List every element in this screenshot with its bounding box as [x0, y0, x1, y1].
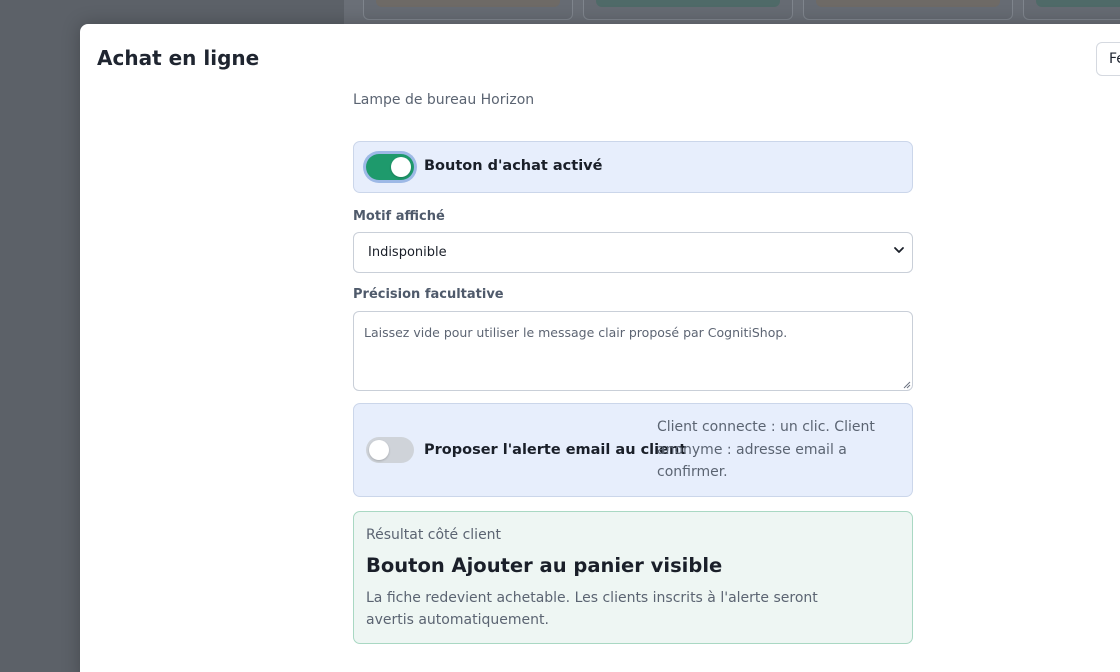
purchase-toggle-row[interactable]: Bouton d'achat activé	[353, 141, 913, 193]
purchase-toggle-switch[interactable]	[366, 154, 414, 180]
alert-toggle-label: Proposer l'alerte email au client	[424, 442, 687, 458]
resize-grip-icon[interactable]	[901, 379, 911, 389]
alert-toggle-switch[interactable]	[366, 437, 414, 463]
result-description: La fiche redevient achetable. Les client…	[366, 590, 818, 628]
chevron-down-icon	[894, 247, 904, 253]
toggle-knob	[369, 440, 389, 460]
toggle-knob	[391, 157, 411, 177]
background-card	[1023, 0, 1120, 20]
product-name: Lampe de bureau Horizon	[353, 92, 535, 108]
alert-hint: Client connecte : un clic. Client anonym…	[657, 419, 875, 480]
close-button[interactable]: Fermer	[1096, 42, 1120, 76]
reason-select[interactable]: Indisponible	[353, 232, 913, 273]
purchase-toggle-label: Bouton d'achat activé	[424, 158, 603, 174]
modal-title: Achat en ligne	[97, 46, 260, 70]
precision-textarea[interactable]: Laissez vide pour utiliser le message cl…	[353, 311, 913, 391]
background-card	[803, 0, 1013, 20]
background-card	[363, 0, 573, 20]
reason-label: Motif affiché	[353, 209, 445, 224]
alert-toggle-row[interactable]: Proposer l'alerte email au client Client…	[353, 403, 913, 497]
result-heading: Bouton Ajouter au panier visible	[366, 554, 723, 577]
precision-placeholder: Laissez vide pour utiliser le message cl…	[364, 325, 788, 340]
result-caption: Résultat côté client	[366, 527, 502, 543]
precision-label: Précision facultative	[353, 287, 504, 302]
background-card	[583, 0, 793, 20]
purchase-modal: Achat en ligne Fermer Lampe de bureau Ho…	[80, 24, 1120, 672]
result-panel: Résultat côté client Bouton Ajouter au p…	[353, 511, 913, 644]
reason-select-value: Indisponible	[368, 245, 447, 260]
